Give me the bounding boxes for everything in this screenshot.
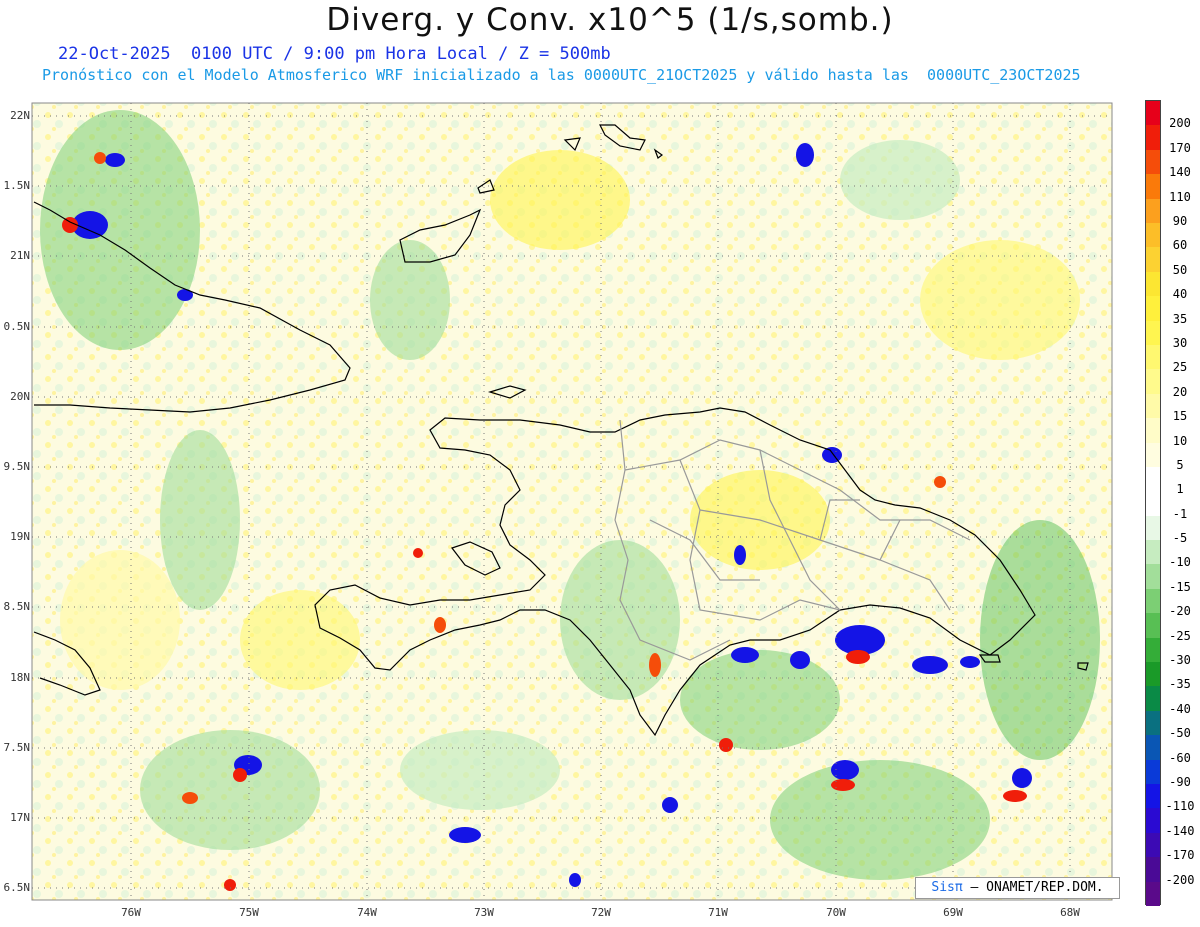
lon-label: 68W bbox=[1060, 906, 1080, 919]
colorbar-label: -35 bbox=[1169, 677, 1191, 692]
lat-label: 9.5N bbox=[3, 460, 31, 473]
colorbar-label: -10 bbox=[1169, 555, 1191, 570]
colorbar-label: -50 bbox=[1169, 726, 1191, 741]
colorbar-segment bbox=[1146, 101, 1160, 126]
lat-label: 17N bbox=[10, 811, 30, 824]
lon-label: 72W bbox=[591, 906, 611, 919]
colorbar-segment bbox=[1146, 418, 1160, 443]
colorbar-segment bbox=[1146, 588, 1160, 614]
lat-label: 19N bbox=[10, 530, 30, 543]
sispi-logo: Sisπ bbox=[931, 880, 963, 895]
colorbar-segment bbox=[1146, 808, 1160, 834]
colorbar-label: -30 bbox=[1169, 653, 1191, 668]
colorbar-label: 90 bbox=[1172, 213, 1188, 228]
colorbar-label: -200 bbox=[1165, 872, 1195, 887]
colorbar-label: -1 bbox=[1172, 506, 1188, 521]
colorbar-segment bbox=[1146, 466, 1160, 492]
subtitle-model: Pronóstico con el Modelo Atmosferico WRF… bbox=[42, 66, 1081, 84]
colorbar-label: -5 bbox=[1172, 531, 1188, 546]
colorbar-segment bbox=[1146, 881, 1160, 907]
lon-label: 73W bbox=[474, 906, 494, 919]
lon-label: 75W bbox=[239, 906, 259, 919]
colorbar-label: 30 bbox=[1172, 335, 1188, 350]
lat-label: 20N bbox=[10, 390, 30, 403]
colorbar-segment bbox=[1146, 320, 1160, 346]
lat-label: 1.5N bbox=[3, 179, 31, 192]
colorbar-segment bbox=[1146, 198, 1160, 224]
colorbar-label: -15 bbox=[1169, 579, 1191, 594]
colorbar-label: -140 bbox=[1165, 823, 1195, 838]
colorbar-segment bbox=[1146, 759, 1160, 785]
colorbar-segment bbox=[1146, 564, 1160, 590]
lat-label: 0.5N bbox=[3, 320, 31, 333]
colorbar-segment bbox=[1146, 369, 1160, 395]
lon-label: 76W bbox=[121, 906, 141, 919]
lon-label: 74W bbox=[357, 906, 377, 919]
colorbar-segment bbox=[1146, 784, 1160, 809]
colorbar-label: 140 bbox=[1169, 165, 1191, 180]
colorbar-segment bbox=[1146, 149, 1160, 175]
colorbar-segment bbox=[1146, 857, 1160, 883]
colorbar-label: -40 bbox=[1169, 701, 1191, 716]
colorbar-label: 5 bbox=[1176, 457, 1184, 472]
lon-label: 71W bbox=[708, 906, 728, 919]
colorbar-label: 170 bbox=[1169, 140, 1191, 155]
colorbar-label: 15 bbox=[1172, 409, 1188, 424]
colorbar-label: 20 bbox=[1172, 384, 1188, 399]
colorbar bbox=[1145, 100, 1161, 907]
colorbar-segment bbox=[1146, 296, 1160, 322]
colorbar-segment bbox=[1146, 442, 1160, 468]
colorbar-segment bbox=[1146, 662, 1160, 687]
colorbar-label: 35 bbox=[1172, 311, 1188, 326]
subtitle-date: 22-Oct-2025 0100 UTC / 9:00 pm Hora Loca… bbox=[58, 44, 611, 64]
colorbar-label: 25 bbox=[1172, 360, 1188, 375]
colorbar-segment bbox=[1146, 174, 1160, 200]
lon-label: 69W bbox=[943, 906, 963, 919]
credit-box: Sisπ – ONAMET/REP.DOM. bbox=[915, 877, 1120, 899]
lat-label: 7.5N bbox=[3, 741, 31, 754]
lat-label: 21N bbox=[10, 249, 30, 262]
colorbar-label: -110 bbox=[1165, 799, 1195, 814]
colorbar-segment bbox=[1146, 735, 1160, 761]
lon-label: 70W bbox=[826, 906, 846, 919]
colorbar-segment bbox=[1146, 710, 1160, 736]
lat-label: 22N bbox=[10, 109, 30, 122]
colorbar-segment bbox=[1146, 344, 1160, 370]
lat-label: 8.5N bbox=[3, 600, 31, 613]
colorbar-label: -170 bbox=[1165, 848, 1195, 863]
page-title: Diverg. y Conv. x10^5 (1/s,somb.) bbox=[326, 2, 894, 38]
colorbar-segment bbox=[1146, 491, 1160, 517]
colorbar-label: -60 bbox=[1169, 750, 1191, 765]
colorbar-segment bbox=[1146, 540, 1160, 565]
colorbar-label: 50 bbox=[1172, 262, 1188, 277]
colorbar-segment bbox=[1146, 247, 1160, 273]
colorbar-segment bbox=[1146, 686, 1160, 712]
colorbar-label: -20 bbox=[1169, 604, 1191, 619]
colorbar-label: -90 bbox=[1169, 775, 1191, 790]
colorbar-segment bbox=[1146, 637, 1160, 663]
colorbar-segment bbox=[1146, 832, 1160, 858]
lat-label: 6.5N bbox=[3, 881, 31, 894]
colorbar-label: 10 bbox=[1172, 433, 1188, 448]
colorbar-segment bbox=[1146, 613, 1160, 639]
colorbar-segment bbox=[1146, 515, 1160, 541]
colorbar-label: 40 bbox=[1172, 287, 1188, 302]
lat-label: 18N bbox=[10, 671, 30, 684]
colorbar-segment bbox=[1146, 393, 1160, 419]
colorbar-label: -25 bbox=[1169, 628, 1191, 643]
colorbar-label: 110 bbox=[1169, 189, 1191, 204]
colorbar-segment bbox=[1146, 271, 1160, 297]
colorbar-label: 1 bbox=[1176, 482, 1184, 497]
credit-text: – ONAMET/REP.DOM. bbox=[970, 880, 1104, 895]
colorbar-label: 60 bbox=[1172, 238, 1188, 253]
colorbar-label: 200 bbox=[1169, 116, 1191, 131]
divergence-map bbox=[31, 102, 1113, 901]
colorbar-segment bbox=[1146, 222, 1160, 248]
colorbar-segment bbox=[1146, 125, 1160, 151]
